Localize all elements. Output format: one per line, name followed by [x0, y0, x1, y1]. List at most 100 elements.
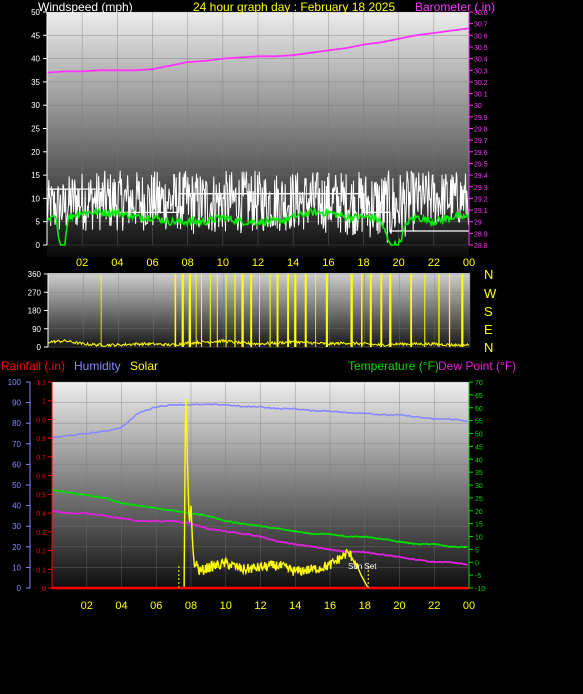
baro-tick-label: 29.9: [474, 115, 488, 122]
wind-tick-label: 25: [31, 125, 40, 134]
baro-tick-label: 30: [474, 103, 482, 110]
wind-tick-label: 20: [31, 148, 40, 157]
humidity-tick-label: 40: [12, 502, 21, 511]
temp-tick-label: 15: [475, 522, 483, 529]
wind-direction-spike: [195, 274, 197, 347]
wind-direction-spike: [438, 274, 440, 347]
wind-x-tick-label: 18: [357, 257, 369, 269]
rain-tick-label: 0.2: [36, 549, 46, 556]
wind-direction-spike: [276, 274, 279, 347]
baro-tick-label: 30.5: [474, 45, 488, 52]
wind-direction-spike: [174, 274, 177, 347]
wind-direction-spike: [380, 274, 383, 347]
wind-x-tick-label: 14: [287, 257, 299, 269]
wind-tick-label: 15: [31, 171, 40, 180]
humidity-tick-label: 20: [12, 543, 21, 552]
bottom-x-tick-label: 04: [115, 600, 127, 612]
wind-direction-spike: [461, 274, 464, 347]
wind-direction-spike: [188, 274, 191, 347]
humidity-tick-label: 30: [12, 522, 21, 531]
humidity-tick-label: 80: [12, 419, 21, 428]
compass-e: E: [484, 322, 493, 337]
windspeed-title: Windspeed (mph): [38, 0, 133, 14]
wind-direction-spike: [181, 274, 184, 347]
baro-tick-label: 29.2: [474, 196, 488, 203]
wind-direction-spike: [304, 274, 307, 347]
rain-tick-label: 0.8: [36, 436, 46, 443]
rain-tick-label: 0.9: [36, 417, 46, 424]
temp-tick-label: 40: [475, 457, 483, 464]
wind-x-tick-label: 20: [393, 257, 405, 269]
wind-x-tick-label: 10: [217, 257, 229, 269]
baro-tick-label: 29.3: [474, 185, 488, 192]
graph-title: 24 hour graph day : February 18 2025: [193, 0, 395, 14]
wind-direction-spike: [287, 274, 289, 347]
rainfall-title: Rainfall (.in): [1, 359, 65, 373]
wind-x-tick-label: 00: [463, 257, 475, 269]
wind-x-tick-label: 16: [322, 257, 334, 269]
wind-x-tick-label: 22: [428, 257, 440, 269]
rain-tick-label: 0.1: [36, 567, 46, 574]
temp-tick-label: 0: [475, 560, 479, 567]
wind-direction-spike: [269, 274, 271, 347]
wind-direction-spike: [315, 274, 317, 347]
bottom-x-tick-label: 08: [185, 600, 197, 612]
rain-tick-label: 0.7: [36, 455, 46, 462]
baro-tick-label: 30.4: [474, 57, 488, 64]
rain-tick-label: 0.3: [36, 530, 46, 537]
wind-direction-spike: [325, 274, 328, 347]
direction-tick-label: 360: [28, 270, 42, 279]
temp-tick-label: -10: [475, 586, 485, 593]
humidity-tick-label: 10: [12, 563, 21, 572]
rain-tick-label: 0.5: [36, 492, 46, 499]
wind-x-tick-label: 04: [111, 257, 123, 269]
bottom-x-tick-label: 00: [463, 600, 475, 612]
bottom-x-tick-label: 14: [289, 600, 301, 612]
wind-direction-spike: [200, 274, 203, 347]
temp-tick-label: 25: [475, 496, 483, 503]
wind-x-tick-label: 12: [252, 257, 264, 269]
bottom-x-tick-label: 12: [254, 600, 266, 612]
wind-tick-label: 35: [31, 78, 40, 87]
baro-tick-label: 30.2: [474, 80, 488, 87]
wind-tick-label: 0: [36, 241, 41, 250]
solar-title: Solar: [130, 359, 158, 373]
temp-tick-label: 60: [475, 406, 483, 413]
wind-direction-spike: [369, 274, 372, 347]
temp-tick-label: -5: [475, 573, 481, 580]
temp-tick-label: 65: [475, 393, 483, 400]
wind-tick-label: 40: [31, 55, 40, 64]
baro-tick-label: 29: [474, 220, 482, 227]
temp-tick-label: 10: [475, 535, 483, 542]
rain-tick-label: 0: [42, 586, 46, 593]
temp-tick-label: 5: [475, 547, 479, 554]
wind-direction-spike: [225, 274, 227, 347]
baro-tick-label: 30.7: [474, 22, 488, 29]
bottom-x-tick-label: 20: [393, 600, 405, 612]
rain-tick-label: 0.6: [36, 474, 46, 481]
temp-tick-label: 20: [475, 509, 483, 516]
wind-tick-label: 10: [31, 194, 40, 203]
wind-direction-spike: [448, 274, 451, 347]
baro-tick-label: 28.9: [474, 231, 488, 238]
baro-tick-label: 29.8: [474, 127, 488, 134]
wind-x-tick-label: 06: [146, 257, 158, 269]
temp-tick-label: 35: [475, 470, 483, 477]
wind-x-tick-label: 08: [182, 257, 194, 269]
weather-graph: 0510152025303540455028.828.92929.129.229…: [1, 0, 516, 612]
baro-tick-label: 29.4: [474, 173, 488, 180]
rain-tick-label: 0.4: [36, 511, 46, 518]
wind-direction-spike: [424, 274, 426, 347]
baro-tick-label: 29.6: [474, 150, 488, 157]
barometer-title: Barometer (.in): [415, 0, 495, 14]
wind-direction-spike: [250, 274, 253, 347]
humidity-tick-label: 60: [12, 460, 21, 469]
wind-direction-spike: [360, 274, 363, 347]
rain-tick-label: 1: [42, 399, 46, 406]
direction-tick-label: 90: [32, 325, 41, 334]
humidity-tick-label: 100: [8, 378, 22, 387]
wind-direction-spike: [389, 274, 392, 347]
wind-direction-spike: [410, 274, 413, 347]
temp-tick-label: 55: [475, 419, 483, 426]
wind-tick-label: 30: [31, 101, 40, 110]
